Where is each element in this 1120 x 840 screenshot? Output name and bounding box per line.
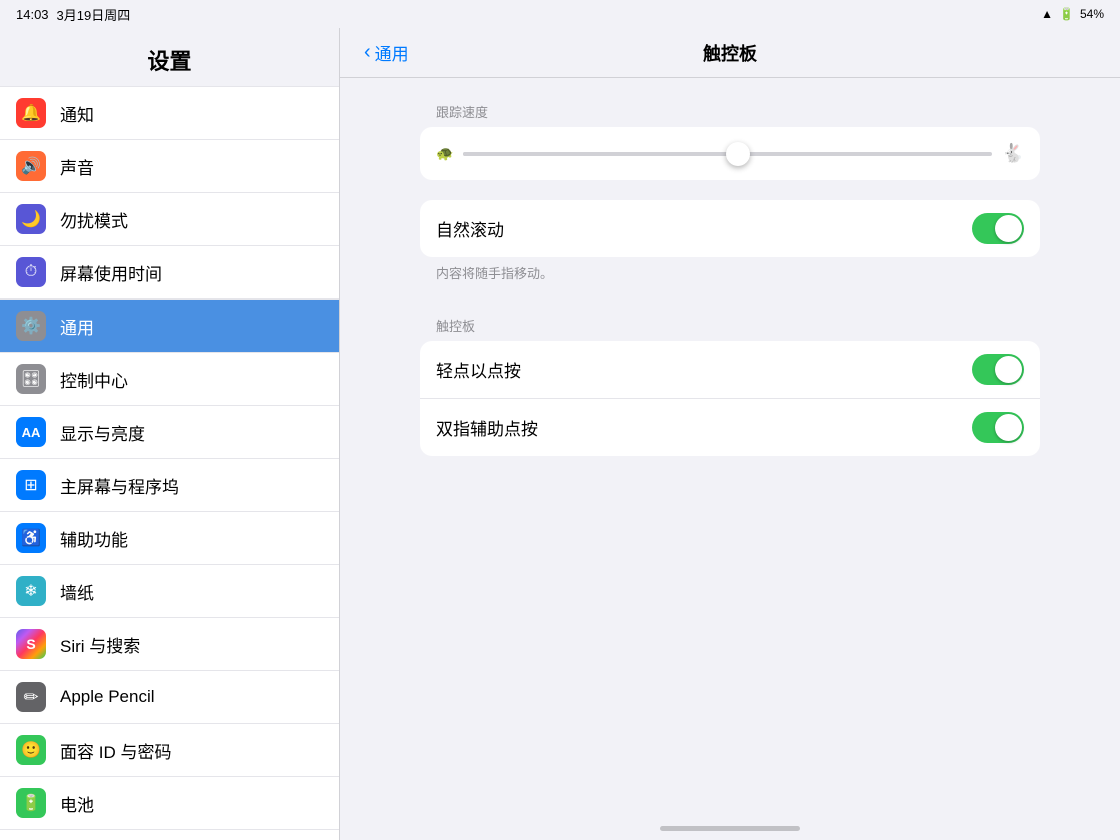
- sidebar-item-battery[interactable]: 🔋 电池: [0, 777, 339, 830]
- fast-speed-icon: 🐇: [1002, 143, 1024, 164]
- status-time: 14:03: [16, 7, 49, 22]
- trackpad-section-header: 触控板: [420, 310, 1040, 341]
- sidebar-item-notifications[interactable]: 🔔 通知: [0, 86, 339, 140]
- general-icon: ⚙️: [16, 311, 46, 341]
- applepencil-icon: ✏: [16, 682, 46, 712]
- status-bar-left: 14:03 3月19日周四: [16, 5, 130, 24]
- bottom-bar: [340, 820, 1120, 840]
- natural-scrolling-toggle[interactable]: [972, 213, 1024, 244]
- tracking-speed-label: 跟踪速度: [420, 102, 1040, 127]
- sidebar-item-faceid[interactable]: 🙂 面容 ID 与密码: [0, 724, 339, 777]
- siri-label: Siri 与搜索: [60, 632, 140, 657]
- sidebar-item-homescreen[interactable]: ⊞ 主屏幕与程序坞: [0, 459, 339, 512]
- applepencil-label: Apple Pencil: [60, 687, 155, 707]
- controlcenter-icon: 🎛: [16, 364, 46, 394]
- natural-scrolling-label: 自然滚动: [436, 216, 504, 241]
- sidebar-section-1: 🔔 通知 🔊 声音 🌙 勿扰模式 ⏱ 屏幕使用时间: [0, 86, 339, 299]
- general-label: 通用: [60, 314, 94, 339]
- sounds-label: 声音: [60, 154, 94, 179]
- status-bar-right: ▲ 🔋 54%: [1041, 7, 1104, 21]
- natural-scrolling-row: 自然滚动: [420, 200, 1040, 257]
- siri-icon: S: [16, 629, 46, 659]
- display-icon: AA: [16, 417, 46, 447]
- back-label: 通用: [375, 40, 409, 65]
- sidebar-item-display[interactable]: AA 显示与亮度: [0, 406, 339, 459]
- display-label: 显示与亮度: [60, 420, 145, 445]
- notifications-icon: 🔔: [16, 98, 46, 128]
- sidebar: 设置 🔔 通知 🔊 声音 🌙 勿扰模式 ⏱ 屏幕使用时间: [0, 28, 340, 840]
- sidebar-title: 设置: [0, 28, 339, 86]
- slider-fill: [463, 152, 738, 156]
- sidebar-item-siri[interactable]: S Siri 与搜索: [0, 618, 339, 671]
- screentime-icon: ⏱: [16, 257, 46, 287]
- trackpad-section: 触控板 轻点以点按 双指辅助点按: [420, 310, 1040, 456]
- sidebar-item-dnd[interactable]: 🌙 勿扰模式: [0, 193, 339, 246]
- sidebar-item-sounds[interactable]: 🔊 声音: [0, 140, 339, 193]
- homescreen-icon: ⊞: [16, 470, 46, 500]
- slider-thumb[interactable]: [726, 142, 750, 166]
- sidebar-item-wallpaper[interactable]: ❄ 墙纸: [0, 565, 339, 618]
- sidebar-section-2: ⚙️ 通用 🎛 控制中心 AA 显示与亮度 ⊞ 主屏幕与程序坞 ♿ 辅助功能 ❄: [0, 299, 339, 840]
- notifications-label: 通知: [60, 101, 94, 126]
- wallpaper-label: 墙纸: [60, 579, 94, 604]
- two-finger-click-label: 双指辅助点按: [436, 415, 538, 440]
- homescreen-label: 主屏幕与程序坞: [60, 473, 179, 498]
- sidebar-item-applepencil[interactable]: ✏ Apple Pencil: [0, 671, 339, 724]
- tracking-speed-section: 跟踪速度 🐢 🐇: [420, 102, 1040, 180]
- faceid-icon: 🙂: [16, 735, 46, 765]
- dnd-label: 勿扰模式: [60, 207, 128, 232]
- main-layout: 设置 🔔 通知 🔊 声音 🌙 勿扰模式 ⏱ 屏幕使用时间: [0, 28, 1120, 840]
- sounds-icon: 🔊: [16, 151, 46, 181]
- natural-scrolling-section: 自然滚动 内容将随手指移动。: [420, 200, 1040, 290]
- screentime-label: 屏幕使用时间: [60, 260, 162, 285]
- two-finger-click-knob: [995, 414, 1022, 441]
- tap-to-click-row: 轻点以点按: [420, 341, 1040, 398]
- wifi-icon: ▲: [1041, 7, 1053, 21]
- battery-label: 电池: [60, 791, 94, 816]
- page-title: 触控板: [703, 40, 757, 66]
- accessibility-icon: ♿: [16, 523, 46, 553]
- content-header: ‹ 通用 触控板: [340, 28, 1120, 78]
- natural-scrolling-group: 自然滚动: [420, 200, 1040, 257]
- back-button[interactable]: ‹ 通用: [364, 40, 409, 65]
- tracking-speed-slider-row: 🐢 🐇: [420, 127, 1040, 180]
- status-date: 3月19日周四: [57, 5, 131, 24]
- tap-to-click-knob: [995, 356, 1022, 383]
- sidebar-item-privacy[interactable]: ✋ 隐私: [0, 830, 339, 840]
- faceid-label: 面容 ID 与密码: [60, 738, 171, 763]
- battery-level: 54%: [1080, 7, 1104, 21]
- tracking-speed-group: 🐢 🐇: [420, 127, 1040, 180]
- content-body: 跟踪速度 🐢 🐇 自然滚动: [340, 78, 1120, 480]
- home-indicator: [660, 826, 800, 831]
- accessibility-label: 辅助功能: [60, 526, 128, 551]
- wallpaper-icon: ❄: [16, 576, 46, 606]
- controlcenter-label: 控制中心: [60, 367, 128, 392]
- battery-icon-sidebar: 🔋: [16, 788, 46, 818]
- slow-speed-icon: 🐢: [436, 145, 453, 162]
- content-area: ‹ 通用 触控板 跟踪速度 🐢 🐇: [340, 28, 1120, 840]
- tracking-speed-track[interactable]: [463, 152, 991, 156]
- two-finger-click-row: 双指辅助点按: [420, 398, 1040, 456]
- two-finger-click-toggle[interactable]: [972, 412, 1024, 443]
- sidebar-item-accessibility[interactable]: ♿ 辅助功能: [0, 512, 339, 565]
- dnd-icon: 🌙: [16, 204, 46, 234]
- sidebar-item-screentime[interactable]: ⏱ 屏幕使用时间: [0, 246, 339, 299]
- sidebar-item-controlcenter[interactable]: 🎛 控制中心: [0, 353, 339, 406]
- tap-to-click-label: 轻点以点按: [436, 357, 521, 382]
- sidebar-item-general[interactable]: ⚙️ 通用: [0, 299, 339, 353]
- tap-to-click-toggle[interactable]: [972, 354, 1024, 385]
- status-bar: 14:03 3月19日周四 ▲ 🔋 54%: [0, 0, 1120, 28]
- natural-scrolling-knob: [995, 215, 1022, 242]
- trackpad-group: 轻点以点按 双指辅助点按: [420, 341, 1040, 456]
- back-chevron-icon: ‹: [364, 42, 371, 62]
- natural-scrolling-desc: 内容将随手指移动。: [420, 257, 1040, 290]
- battery-icon: 🔋: [1059, 7, 1074, 21]
